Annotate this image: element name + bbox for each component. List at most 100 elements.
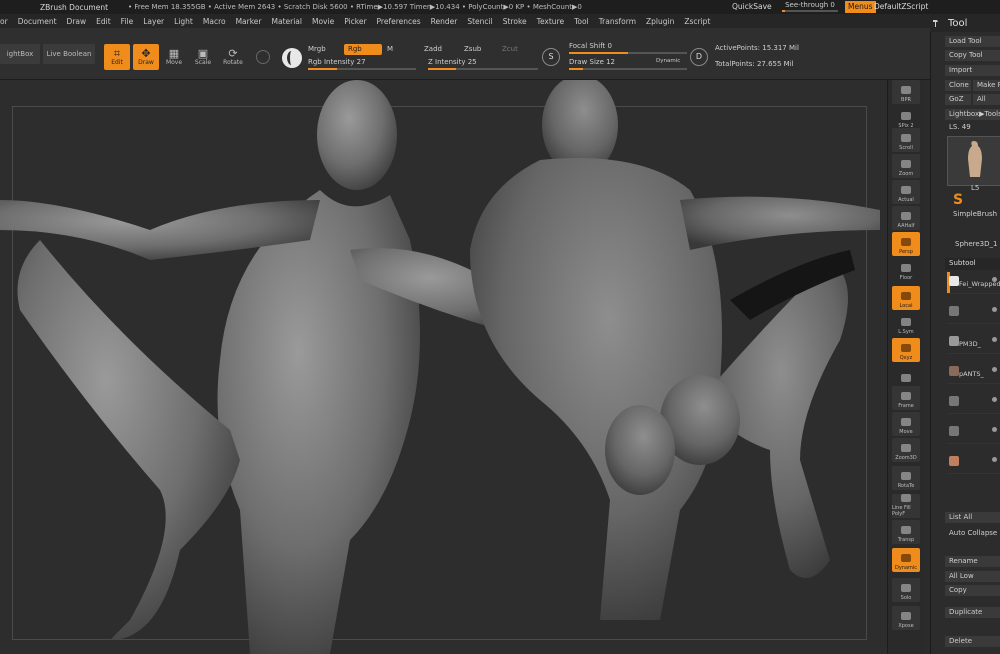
goz-all-button[interactable]: All [973,94,1000,105]
tool-palette-header[interactable]: Tool [930,14,1000,32]
menu-movie[interactable]: Movie [312,17,334,26]
shelf-rotate-button[interactable]: RotaTe [892,466,920,490]
menu-stencil[interactable]: Stencil [467,17,492,26]
subtool-row[interactable]: pANTS_ [947,362,1000,384]
sphere3d-label[interactable]: Sphere3D_1 [955,240,997,248]
subtool-row[interactable] [947,452,1000,474]
auto-collapse-toggle[interactable]: Auto Collapse [949,529,997,537]
see-through-slider[interactable]: See-through 0 [782,1,838,12]
load-tool-button[interactable]: Load Tool [945,36,1000,47]
clone-button[interactable]: Clone [945,80,971,91]
menu-preferences[interactable]: Preferences [377,17,421,26]
tool-thumbnail-main[interactable] [947,136,1000,186]
polyframe-icon[interactable] [256,50,270,64]
shelf-transp-button[interactable]: Transp [892,520,920,544]
visibility-eye-icon[interactable] [992,367,997,372]
list-all-button[interactable]: List All [945,512,1000,523]
shelf-move-button[interactable]: Move [892,412,920,436]
menu-file[interactable]: File [121,17,134,26]
shelf-local-button[interactable]: Local [892,286,920,310]
lightbox-tools-button[interactable]: Lightbox▶Tools [945,109,1000,120]
visibility-eye-icon[interactable] [992,337,997,342]
default-zscript-button[interactable]: DefaultZScript [874,2,928,11]
shelf-qxyz-button[interactable]: Qxyz [892,338,920,362]
subtool-row[interactable] [947,392,1000,414]
shelf-floor-button[interactable]: Floor [892,258,920,282]
menu-tool[interactable]: Tool [574,17,589,26]
rotate-button[interactable]: ⟳ Rotate [221,44,245,70]
subtool-row[interactable] [947,422,1000,444]
dynamic-toggle[interactable]: Dynamic [656,58,680,64]
canvas-viewport[interactable] [0,80,887,654]
rgb-button[interactable]: Rgb [344,44,382,55]
simplebrush-icon[interactable]: S [953,192,963,208]
shelf-solo-button[interactable]: Solo [892,578,920,602]
z-intensity-slider[interactable]: Z Intensity 25 [428,58,538,70]
visibility-eye-icon[interactable] [992,427,997,432]
live-boolean-button[interactable]: Live Boolean [43,44,95,64]
shelf-blank-button[interactable] [892,362,920,386]
menu-material[interactable]: Material [272,17,302,26]
menu-marker[interactable]: Marker [236,17,262,26]
visibility-eye-icon[interactable] [992,397,997,402]
shelf-bpr-button[interactable]: BPR [892,80,920,104]
material-sphere-icon[interactable] [282,48,302,68]
menus-button[interactable]: Menus [845,1,876,13]
shelf-frame-button[interactable]: Frame [892,386,920,410]
menu-light[interactable]: Light [174,17,193,26]
menu-zscript[interactable]: Zscript [684,17,710,26]
visibility-eye-icon[interactable] [992,277,997,282]
draw-button[interactable]: ✥ Draw [133,44,159,70]
duplicate-button[interactable]: Duplicate [945,607,1000,618]
shelf-dynamic-button[interactable]: Dynamic [892,548,920,572]
subtool-row[interactable] [947,302,1000,324]
all-low-button[interactable]: All Low [945,571,1000,582]
shelf-actual-button[interactable]: Actual [892,180,920,204]
shelf-aahalf-button[interactable]: AAHalf [892,206,920,230]
import-button[interactable]: Import [945,65,1000,76]
delete-button[interactable]: Delete [945,636,1000,647]
stroke-s-icon[interactable]: S [542,48,560,66]
quicksave-button[interactable]: QuickSave [732,2,772,11]
subtool-row[interactable]: Fei_Wrapped [947,272,1000,294]
make-polymesh-button[interactable]: Make P [973,80,1000,91]
zsub-button[interactable]: Zsub [460,44,485,55]
copy-subtool-button[interactable]: Copy [945,585,1000,596]
menu-draw[interactable]: Draw [67,17,87,26]
m-button[interactable]: M [383,44,397,55]
menu-render[interactable]: Render [431,17,458,26]
menu-picker[interactable]: Picker [344,17,366,26]
shelf-xpose-button[interactable]: Xpose [892,606,920,630]
shelf-zoom-button[interactable]: Zoom [892,154,920,178]
menu-stroke[interactable]: Stroke [503,17,527,26]
visibility-eye-icon[interactable] [992,457,997,462]
focal-shift-slider[interactable]: Focal Shift 0 [569,42,687,54]
rgb-intensity-slider[interactable]: Rgb Intensity 27 [308,58,416,70]
shelf-persp-button[interactable]: Persp [892,232,920,256]
lightbox-button[interactable]: ightBox [0,44,40,64]
shelf-l-sym-button[interactable]: L.Sym [892,312,920,336]
mrgb-button[interactable]: Mrgb [304,44,330,55]
rename-button[interactable]: Rename [945,556,1000,567]
menu-zplugin[interactable]: Zplugin [646,17,674,26]
subtool-header[interactable]: Subtool [945,258,1000,270]
copy-tool-button[interactable]: Copy Tool [945,50,1000,61]
shelf-line-fill-polyf-button[interactable]: Line Fill PolyF [892,494,920,518]
zadd-button[interactable]: Zadd [420,44,446,55]
menu-texture[interactable]: Texture [537,17,564,26]
shelf-scroll-button[interactable]: Scroll [892,128,920,152]
menu-layer[interactable]: Layer [143,17,164,26]
subtool-row[interactable]: PM3D_ [947,332,1000,354]
menu-macro[interactable]: Macro [203,17,226,26]
zcut-button[interactable]: Zcut [498,44,522,55]
edit-button[interactable]: ⌗ Edit [104,44,130,70]
scale-button[interactable]: ▣ Scale [192,44,214,70]
menu-edit[interactable]: Edit [96,17,111,26]
draw-d-icon[interactable]: D [690,48,708,66]
goz-button[interactable]: GoZ [945,94,971,105]
shelf-spix-2-button[interactable]: SPix 2 [892,106,920,130]
menu-color[interactable]: or [0,17,8,26]
move-button[interactable]: ▦ Move [163,44,185,70]
shelf-zoom3d-button[interactable]: Zoom3D [892,438,920,462]
menu-transform[interactable]: Transform [599,17,636,26]
